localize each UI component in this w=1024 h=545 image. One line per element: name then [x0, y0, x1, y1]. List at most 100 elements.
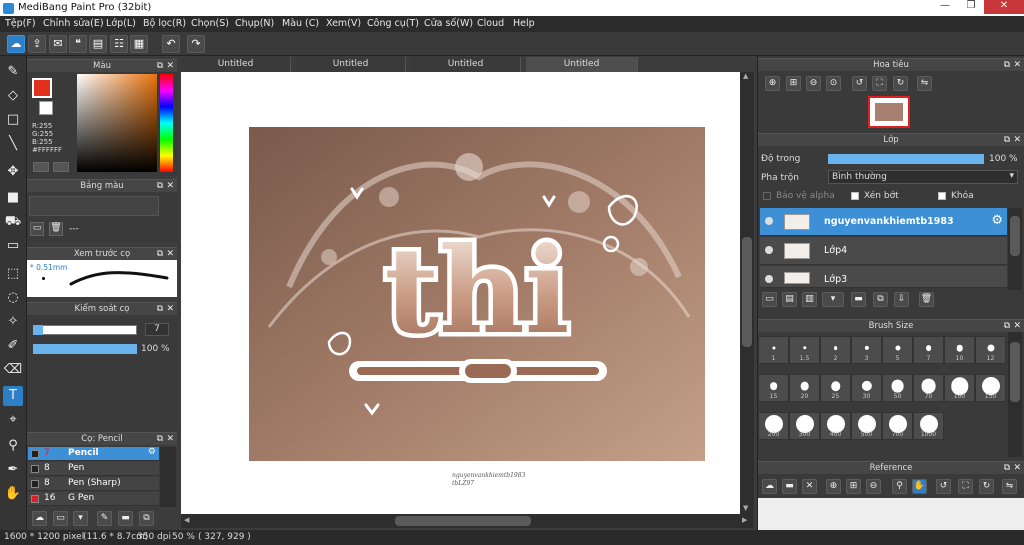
layer-row[interactable]: Lớp3 [760, 266, 1007, 288]
brush-size-cell[interactable]: 700 [882, 412, 913, 440]
line-tool-icon[interactable]: ╲ [3, 134, 23, 154]
menu-filter[interactable]: Bộ lọc(R) [143, 18, 186, 29]
maximize-button[interactable]: ❐ [958, 0, 984, 14]
add-palette-icon[interactable]: ▭ [30, 222, 44, 236]
protect-alpha-checkbox[interactable] [763, 192, 771, 200]
foreground-color-swatch[interactable] [32, 78, 52, 98]
scroll-left-icon[interactable]: ◀ [184, 516, 189, 524]
cloud-icon[interactable]: ☁ [7, 35, 25, 53]
open-folder-icon[interactable]: ▬ [782, 479, 797, 494]
rotate-right-icon[interactable]: ↻ [893, 76, 908, 91]
scroll-right-icon[interactable]: ▶ [742, 516, 747, 524]
redo-icon[interactable]: ↷ [187, 35, 205, 53]
text-tool-icon[interactable]: T [3, 386, 23, 406]
menu-file[interactable]: Tệp(F) [5, 18, 36, 29]
move-tool-icon[interactable]: ✥ [3, 162, 23, 182]
layer-row[interactable]: Lớp4 [760, 237, 1007, 265]
rotate-right-icon[interactable]: ↻ [979, 479, 994, 494]
comment-icon[interactable]: ✉ [49, 35, 67, 53]
color-mode-button[interactable] [33, 162, 49, 172]
rotate-left-icon[interactable]: ↺ [852, 76, 867, 91]
eyedropper-icon[interactable]: ⚲ [892, 479, 907, 494]
menu-select[interactable]: Chọn(S) [191, 18, 229, 29]
brush-size-value[interactable]: 7 [145, 323, 169, 336]
visibility-icon[interactable] [765, 246, 773, 254]
scroll-down-icon[interactable]: ▼ [743, 504, 748, 512]
zoom-fit-icon[interactable]: ⊞ [786, 76, 801, 91]
lasso-tool-icon[interactable]: ◌ [3, 288, 23, 308]
merge-layer-icon[interactable]: ⇩ [894, 292, 909, 307]
blend-mode-select[interactable]: Bình thường ▾ [828, 170, 1018, 184]
brush-size-cell[interactable]: 500 [851, 412, 882, 440]
navigator-thumbnail[interactable] [868, 96, 910, 128]
brush-size-cell[interactable]: 3 [851, 336, 882, 364]
tab-untitled-4[interactable]: Untitled [526, 57, 638, 72]
layer-list-scrollbar[interactable] [1008, 208, 1022, 290]
brush-size-cell[interactable]: 100 [944, 374, 975, 402]
zoom-reset-icon[interactable]: ⊙ [826, 76, 841, 91]
brush-item-pen[interactable]: 8 Pen [28, 462, 159, 476]
brush-size-scrollbar[interactable] [1008, 332, 1022, 457]
zoom-in-icon[interactable]: ⊕ [765, 76, 780, 91]
gear-icon[interactable]: ⚙ [991, 213, 1003, 228]
rect-tool-icon[interactable]: □ [3, 110, 23, 130]
vertical-scroll-thumb[interactable] [742, 237, 752, 347]
brush-size-cell[interactable]: 1.5 [789, 336, 820, 364]
menu-window[interactable]: Cửa số(W) [424, 18, 473, 29]
new-layer-icon[interactable]: ▭ [762, 292, 777, 307]
close-icon[interactable]: ✕ [802, 479, 817, 494]
layer-menu-icon[interactable]: ▾ [822, 292, 844, 307]
brush-tool-icon[interactable]: ✎ [3, 62, 23, 82]
brush-size-cell[interactable]: 5 [882, 336, 913, 364]
brush-size-cell[interactable]: 1 [758, 336, 789, 364]
brush-item-pen-sharp[interactable]: 8 Pen (Sharp) [28, 477, 159, 491]
gradient-tool-icon[interactable]: ▭ [3, 236, 23, 256]
duplicate-layer-icon[interactable]: ⧉ [873, 292, 888, 307]
horizontal-scroll-thumb[interactable] [395, 516, 531, 526]
brush-size-cell[interactable]: 7 [913, 336, 944, 364]
fill-rect-icon[interactable]: ■ [3, 188, 23, 208]
brush-size-cell[interactable]: 2 [820, 336, 851, 364]
background-color-swatch[interactable] [39, 101, 53, 115]
brush-size-cell[interactable]: 10 [944, 336, 975, 364]
brush-size-cell[interactable]: 20 [789, 374, 820, 402]
brush-size-cell[interactable]: 15 [758, 374, 789, 402]
delete-palette-icon[interactable]: 🗑 [49, 222, 63, 236]
minimize-button[interactable]: — [932, 0, 958, 14]
close-panel-icon[interactable]: ✕ [166, 433, 174, 446]
cloud-brush-icon[interactable]: ☁ [32, 511, 47, 526]
brush-size-cell[interactable]: 300 [789, 412, 820, 440]
brush-size-cell[interactable]: 150 [975, 374, 1006, 402]
gear-icon[interactable]: ⚙ [148, 447, 156, 457]
select-rect-icon[interactable]: ⬚ [3, 264, 23, 284]
layer-row[interactable]: nguyenvankhiemtb1983 ⚙ [760, 208, 1007, 236]
layer-scroll-thumb[interactable] [1010, 216, 1020, 256]
eraser-tool-icon[interactable]: ◇ [3, 86, 23, 106]
new-8bit-layer-icon[interactable]: ▥ [802, 292, 817, 307]
zoom-out-icon[interactable]: ⊖ [866, 479, 881, 494]
lock-checkbox[interactable] [938, 192, 946, 200]
hand-icon[interactable]: ✋ [912, 479, 927, 494]
brush-edit-icon[interactable]: ✎ [97, 511, 112, 526]
tab-untitled-1[interactable]: Untitled [181, 57, 291, 72]
brush-size-cell[interactable]: 25 [820, 374, 851, 402]
folder-icon[interactable]: ▬ [118, 511, 133, 526]
magic-wand-icon[interactable]: ✧ [3, 312, 23, 332]
bucket-tool-icon[interactable]: ⛟ [3, 212, 23, 232]
menu-capture[interactable]: Chụp(N) [235, 18, 274, 29]
flip-icon[interactable]: ⇋ [1002, 479, 1017, 494]
operation-tool-icon[interactable]: ⌖ [3, 410, 23, 430]
color-picker-area[interactable] [77, 74, 157, 172]
menu-cloud[interactable]: Cloud [477, 18, 504, 29]
popout-icon[interactable]: ⧉ [157, 433, 163, 446]
close-panel-icon[interactable]: ✕ [1013, 462, 1021, 475]
palette-swatches[interactable] [29, 196, 159, 216]
new-brush-icon[interactable]: ▭ [53, 511, 68, 526]
pen-tool-icon[interactable]: ✒ [3, 460, 23, 480]
tab-untitled-2[interactable]: Untitled [296, 57, 406, 72]
close-panel-icon[interactable]: ✕ [1013, 134, 1021, 147]
close-button[interactable]: ✕ [984, 0, 1024, 14]
menu-layer[interactable]: Lớp(L) [106, 18, 136, 29]
brush-size-cell[interactable]: 50 [882, 374, 913, 402]
brush-size-cell[interactable]: 400 [820, 412, 851, 440]
